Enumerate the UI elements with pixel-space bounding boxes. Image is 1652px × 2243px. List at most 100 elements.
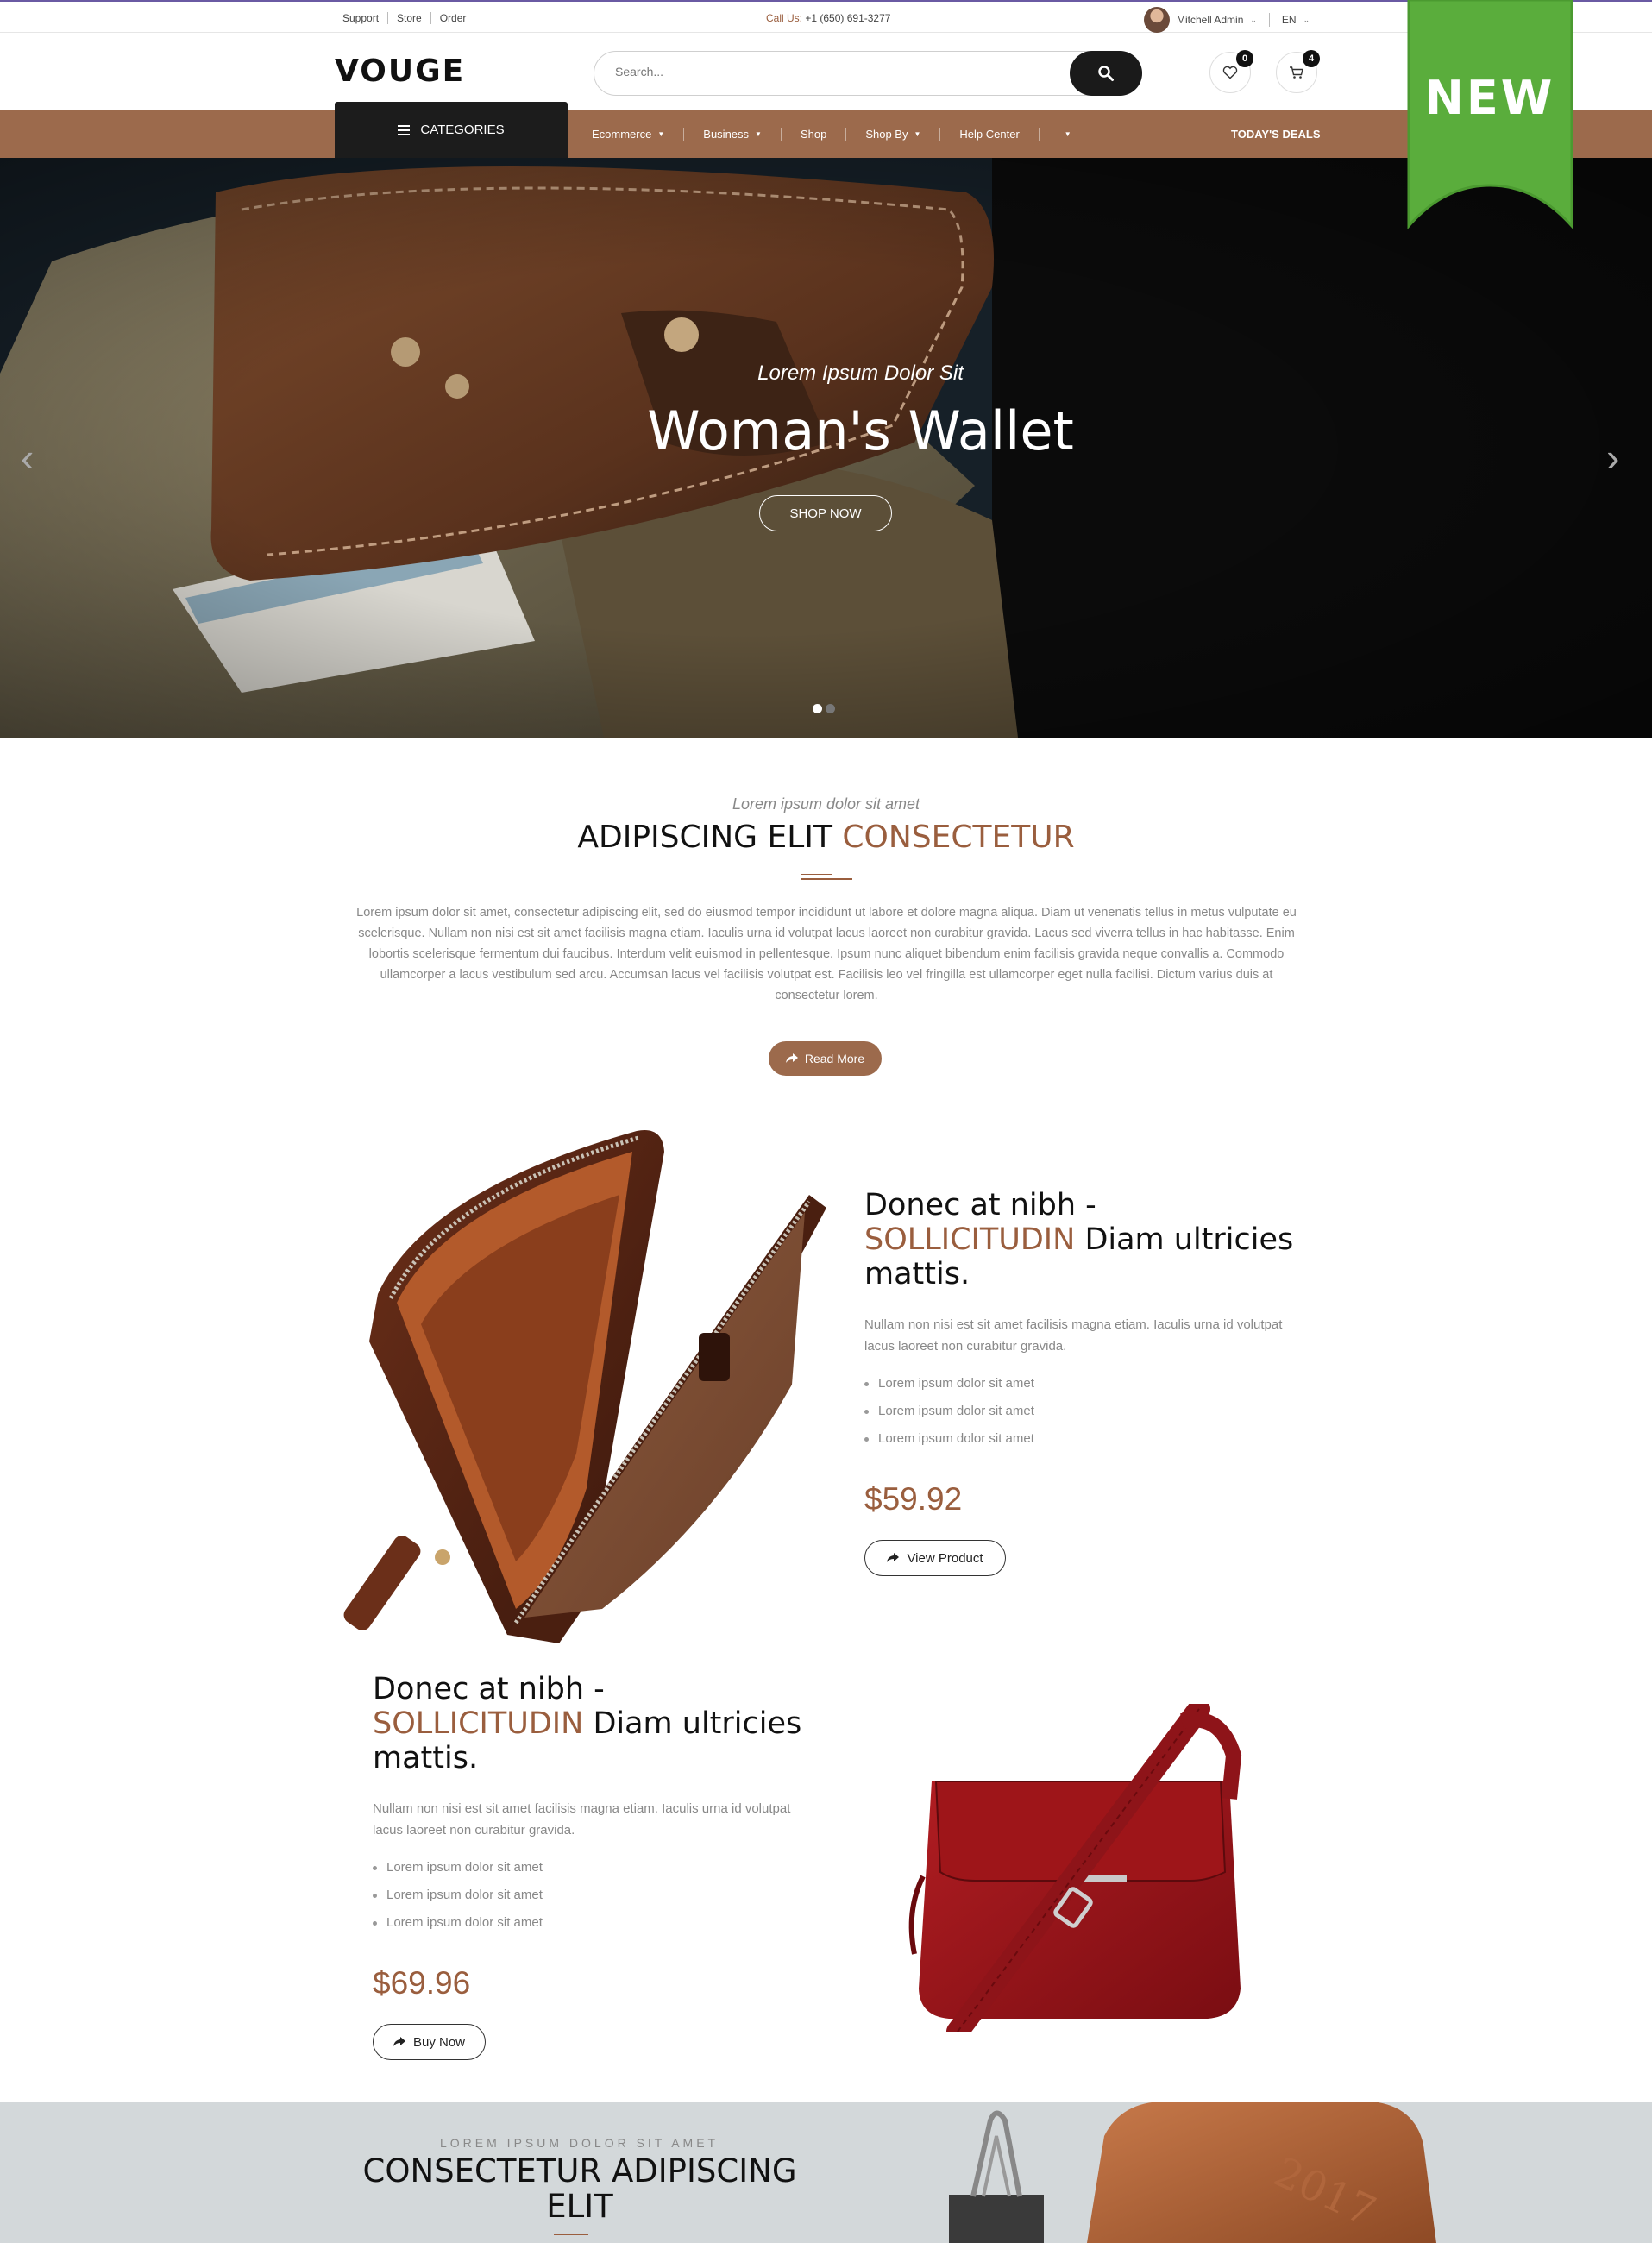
chevron-left-icon[interactable]: ‹ [21,434,34,481]
intro-title-accent: CONSECTETUR [842,820,1075,855]
phone-number[interactable]: +1 (650) 691-3277 [805,12,890,24]
header: VOUGE 0 4 [0,33,1652,110]
logo[interactable]: VOUGE [335,53,465,89]
red-bag-product-image [908,1704,1242,2032]
product-price: $59.92 [864,1481,963,1517]
nav-item-shop[interactable]: Shop [780,128,845,141]
user-name: Mitchell Admin [1177,14,1244,26]
categories-button[interactable]: CATEGORIES [335,102,568,158]
intro-body: Lorem ipsum dolor sit amet, consectetur … [356,906,1297,1002]
support-link[interactable]: Support [342,12,387,24]
product-card: Donec at nibh - SOLLICITUDIN Diam ultric… [373,1672,821,2060]
wishlist-button[interactable]: 0 [1209,50,1253,93]
wishlist-count-badge: 0 [1236,50,1253,67]
divider [801,878,852,880]
product-title-accent: SOLLICITUDIN [864,1222,1076,1257]
divider [1268,13,1270,27]
read-more-button[interactable]: Read More [769,1041,882,1076]
product-title: Donec at nibh - SOLLICITUDIN Diam ultric… [864,1188,1313,1291]
product-title-accent: SOLLICITUDIN [373,1706,584,1741]
divider [554,2234,588,2235]
new-ribbon-label: NEW [1425,71,1555,125]
todays-deals-link[interactable]: TODAY'S DEALS [1231,128,1321,141]
product-title-prefix: Donec at nibh - [864,1188,1096,1222]
top-links: Support Store Order [342,12,474,24]
new-ribbon: NEW [1407,0,1573,229]
chevron-down-icon: ▼ [657,130,665,138]
chevron-down-icon: ▼ [914,130,921,138]
search-input[interactable] [615,65,1029,79]
chevron-down-icon: ▼ [755,130,762,138]
top-bar: Support Store Order Call Us: +1 (650) 69… [0,0,1652,33]
nav-item-label: Business [703,128,750,141]
share-arrow-icon [887,1553,900,1562]
product-features: Lorem ipsum dolor sit amet Lorem ipsum d… [864,1376,1313,1459]
hero-title: Woman's Wallet [647,399,1074,462]
categories-label: CATEGORIES [420,123,505,137]
read-more-label: Read More [804,1052,865,1065]
slider-dots [813,704,839,713]
chevron-down-icon: ⌄ [1250,15,1257,24]
search-icon [1098,66,1114,81]
nav-menu: Ecommerce ▼ Business ▼ Shop Shop By ▼ Help … [592,128,1090,141]
bottom-title-main: CONSECTETUR [362,2152,602,2190]
search-bar [594,51,1142,96]
store-link[interactable]: Store [387,12,430,24]
intro-subtitle: Lorem ipsum dolor sit amet [732,795,920,813]
notebook-image: 2017 [949,2102,1436,2243]
bottom-title: CONSECTETUR ADIPISCING ELIT [355,2153,804,2224]
intro-title: ADIPISCING ELIT CONSECTETUR [0,820,1652,855]
product-description: Nullam non nisi est sit amet facilisis m… [864,1317,1283,1354]
search-button[interactable] [1070,51,1142,96]
nav-item-ecommerce[interactable]: Ecommerce ▼ [592,128,683,141]
nav-item-label: Help Center [959,128,1020,141]
wallet-product-image [343,1130,826,1643]
list-item: Lorem ipsum dolor sit amet [864,1404,1313,1431]
bottom-banner: 2017 LOREM IPSUM DOLOR SIT AMET CONSECTE… [0,2102,1652,2243]
share-arrow-icon [393,2037,405,2046]
list-item: Lorem ipsum dolor sit amet [373,1888,821,1915]
user-menu[interactable]: Mitchell Admin ⌄ EN ⌄ [1144,7,1310,33]
nav-item-more[interactable]: ▼ [1038,128,1090,141]
product-card: Donec at nibh - SOLLICITUDIN Diam ultric… [864,1188,1313,1576]
nav-item-label: Ecommerce [592,128,652,141]
list-item: Lorem ipsum dolor sit amet [373,1860,821,1888]
bottom-subtitle: LOREM IPSUM DOLOR SIT AMET [440,2136,719,2150]
view-product-label: View Product [907,1550,983,1566]
product-title: Donec at nibh - SOLLICITUDIN Diam ultric… [373,1672,821,1775]
call-us-label: Call Us: [766,12,803,24]
avatar [1144,7,1170,33]
heart-icon [1222,66,1238,79]
language-selector[interactable]: EN [1282,14,1297,26]
view-product-button[interactable]: View Product [864,1540,1006,1576]
main-nav: CATEGORIES Ecommerce ▼ Business ▼ Shop Sho… [0,102,1652,158]
hero-slider: Lorem Ipsum Dolor Sit Woman's Wallet SHO… [0,158,1652,738]
menu-icon [398,123,411,138]
nav-item-help-center[interactable]: Help Center [939,128,1038,141]
slider-dot[interactable] [826,704,835,713]
buy-now-label: Buy Now [412,2034,466,2050]
product-description: Nullam non nisi est sit amet facilisis m… [373,1801,791,1838]
product-features: Lorem ipsum dolor sit amet Lorem ipsum d… [373,1860,821,1943]
slider-dot[interactable] [813,704,822,713]
product-price: $69.96 [373,1965,471,2001]
buy-now-button[interactable]: Buy Now [373,2024,486,2060]
shop-now-button[interactable]: SHOP NOW [759,495,892,531]
nav-item-label: Shop [800,128,827,141]
cart-icon [1290,66,1303,79]
cart-button[interactable]: 4 [1276,50,1320,93]
order-link[interactable]: Order [430,12,475,24]
nav-item-business[interactable]: Business ▼ [683,128,781,141]
list-item: Lorem ipsum dolor sit amet [373,1915,821,1943]
hero-subtitle: Lorem Ipsum Dolor Sit [757,361,964,385]
divider [801,874,832,875]
nav-item-label: Shop By [865,128,908,141]
chevron-down-icon: ⌄ [1303,15,1310,24]
list-item: Lorem ipsum dolor sit amet [864,1431,1313,1459]
list-item: Lorem ipsum dolor sit amet [864,1376,1313,1404]
nav-item-shop-by[interactable]: Shop By ▼ [845,128,939,141]
call-us[interactable]: Call Us: +1 (650) 691-3277 [766,12,890,24]
intro-title-main: ADIPISCING ELIT [577,820,832,855]
chevron-right-icon[interactable]: › [1606,434,1619,481]
share-arrow-icon [785,1053,798,1063]
